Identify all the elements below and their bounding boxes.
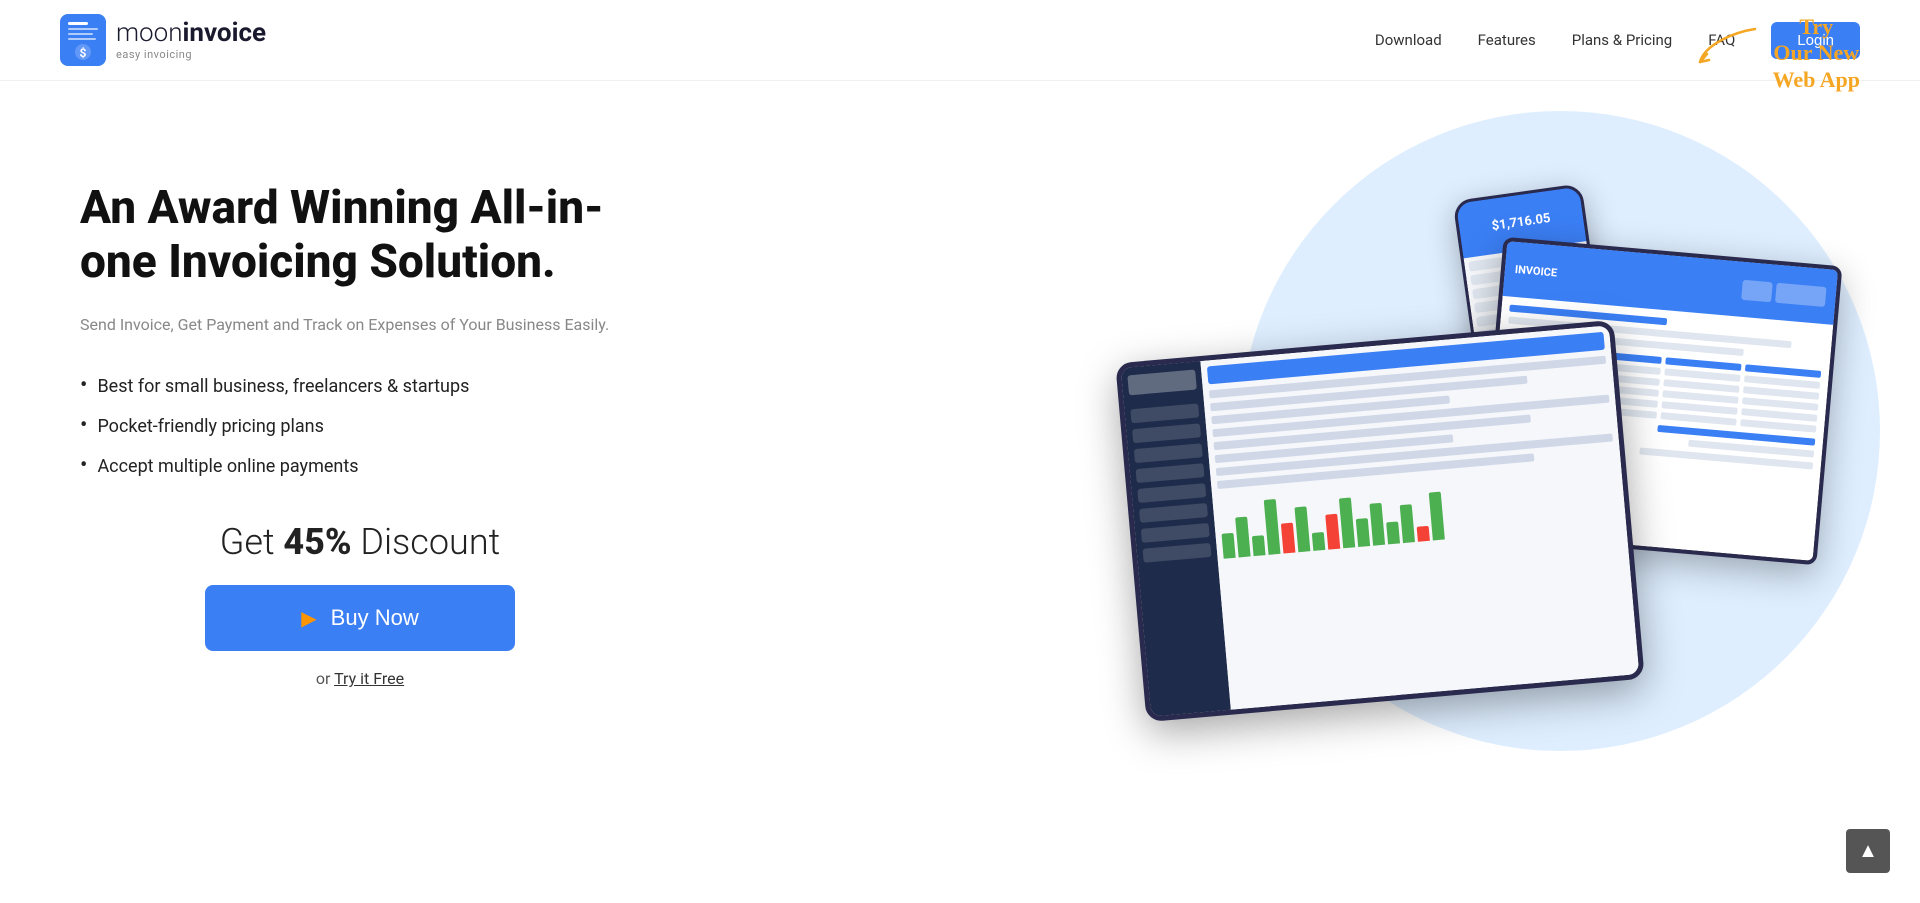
chart-bar xyxy=(1264,499,1281,555)
try-free-line: or Try it Free xyxy=(80,669,640,688)
hero-subtitle: Send Invoice, Get Payment and Track on E… xyxy=(80,312,640,338)
logo-text: mooninvoice easy invoicing xyxy=(116,19,266,61)
chart-bar xyxy=(1294,506,1310,552)
buy-arrow-icon: ▶ xyxy=(301,606,316,631)
devices-container: $1,716.05 xyxy=(1140,171,1860,741)
tablet-mockup xyxy=(1115,320,1644,722)
discount-value: 45% xyxy=(283,521,351,563)
chart-bar xyxy=(1325,514,1340,550)
hero-illustration: $1,716.05 xyxy=(1140,141,1860,741)
feature-item-3: Accept multiple online payments xyxy=(80,455,640,477)
logo[interactable]: $ mooninvoice easy invoicing xyxy=(60,14,266,66)
logo-name-part1: moon xyxy=(116,18,183,48)
buy-now-label: Buy Now xyxy=(331,605,419,631)
chart-bar xyxy=(1312,532,1326,551)
chart-bar xyxy=(1400,504,1415,543)
hero-title: An Award Winning All-in-one Invoicing So… xyxy=(80,181,640,290)
feature-item-1: Best for small business, freelancers & s… xyxy=(80,375,640,397)
chart-bar xyxy=(1339,497,1355,548)
navbar: $ mooninvoice easy invoicing Download Fe… xyxy=(0,0,1920,81)
chart-bar xyxy=(1252,535,1266,556)
chart-bar xyxy=(1369,503,1385,546)
buy-now-button[interactable]: ▶ Buy Now xyxy=(205,585,515,651)
discount-text: Get 45% Discount xyxy=(80,521,640,563)
annotation-arrow-icon xyxy=(1695,24,1765,64)
logo-tagline: easy invoicing xyxy=(116,48,266,61)
chart-bar xyxy=(1281,523,1296,554)
chart-bar xyxy=(1356,518,1370,547)
chart-bar xyxy=(1386,521,1400,544)
chart-bar xyxy=(1429,492,1445,541)
hero-left: An Award Winning All-in-one Invoicing So… xyxy=(80,141,640,688)
feature-item-2: Pocket-friendly pricing plans xyxy=(80,415,640,437)
nav-download[interactable]: Download xyxy=(1375,31,1442,49)
hero-section: An Award Winning All-in-one Invoicing So… xyxy=(0,81,1920,901)
try-free-link[interactable]: Try it Free xyxy=(334,669,404,688)
svg-text:$: $ xyxy=(80,46,87,60)
nav-plans[interactable]: Plans & Pricing xyxy=(1572,31,1672,49)
chart-bar xyxy=(1222,533,1236,559)
chart-bar xyxy=(1417,526,1430,542)
web-app-annotation: TryOur NewWeb App xyxy=(1695,14,1860,93)
feature-list: Best for small business, freelancers & s… xyxy=(80,375,640,477)
scroll-top-button[interactable]: ▲ xyxy=(1846,829,1890,873)
logo-icon: $ xyxy=(60,14,106,66)
nav-features[interactable]: Features xyxy=(1478,31,1536,49)
logo-name-part2: invoice xyxy=(183,18,267,48)
chart-bar xyxy=(1235,517,1250,558)
web-app-text: TryOur NewWeb App xyxy=(1773,14,1860,93)
